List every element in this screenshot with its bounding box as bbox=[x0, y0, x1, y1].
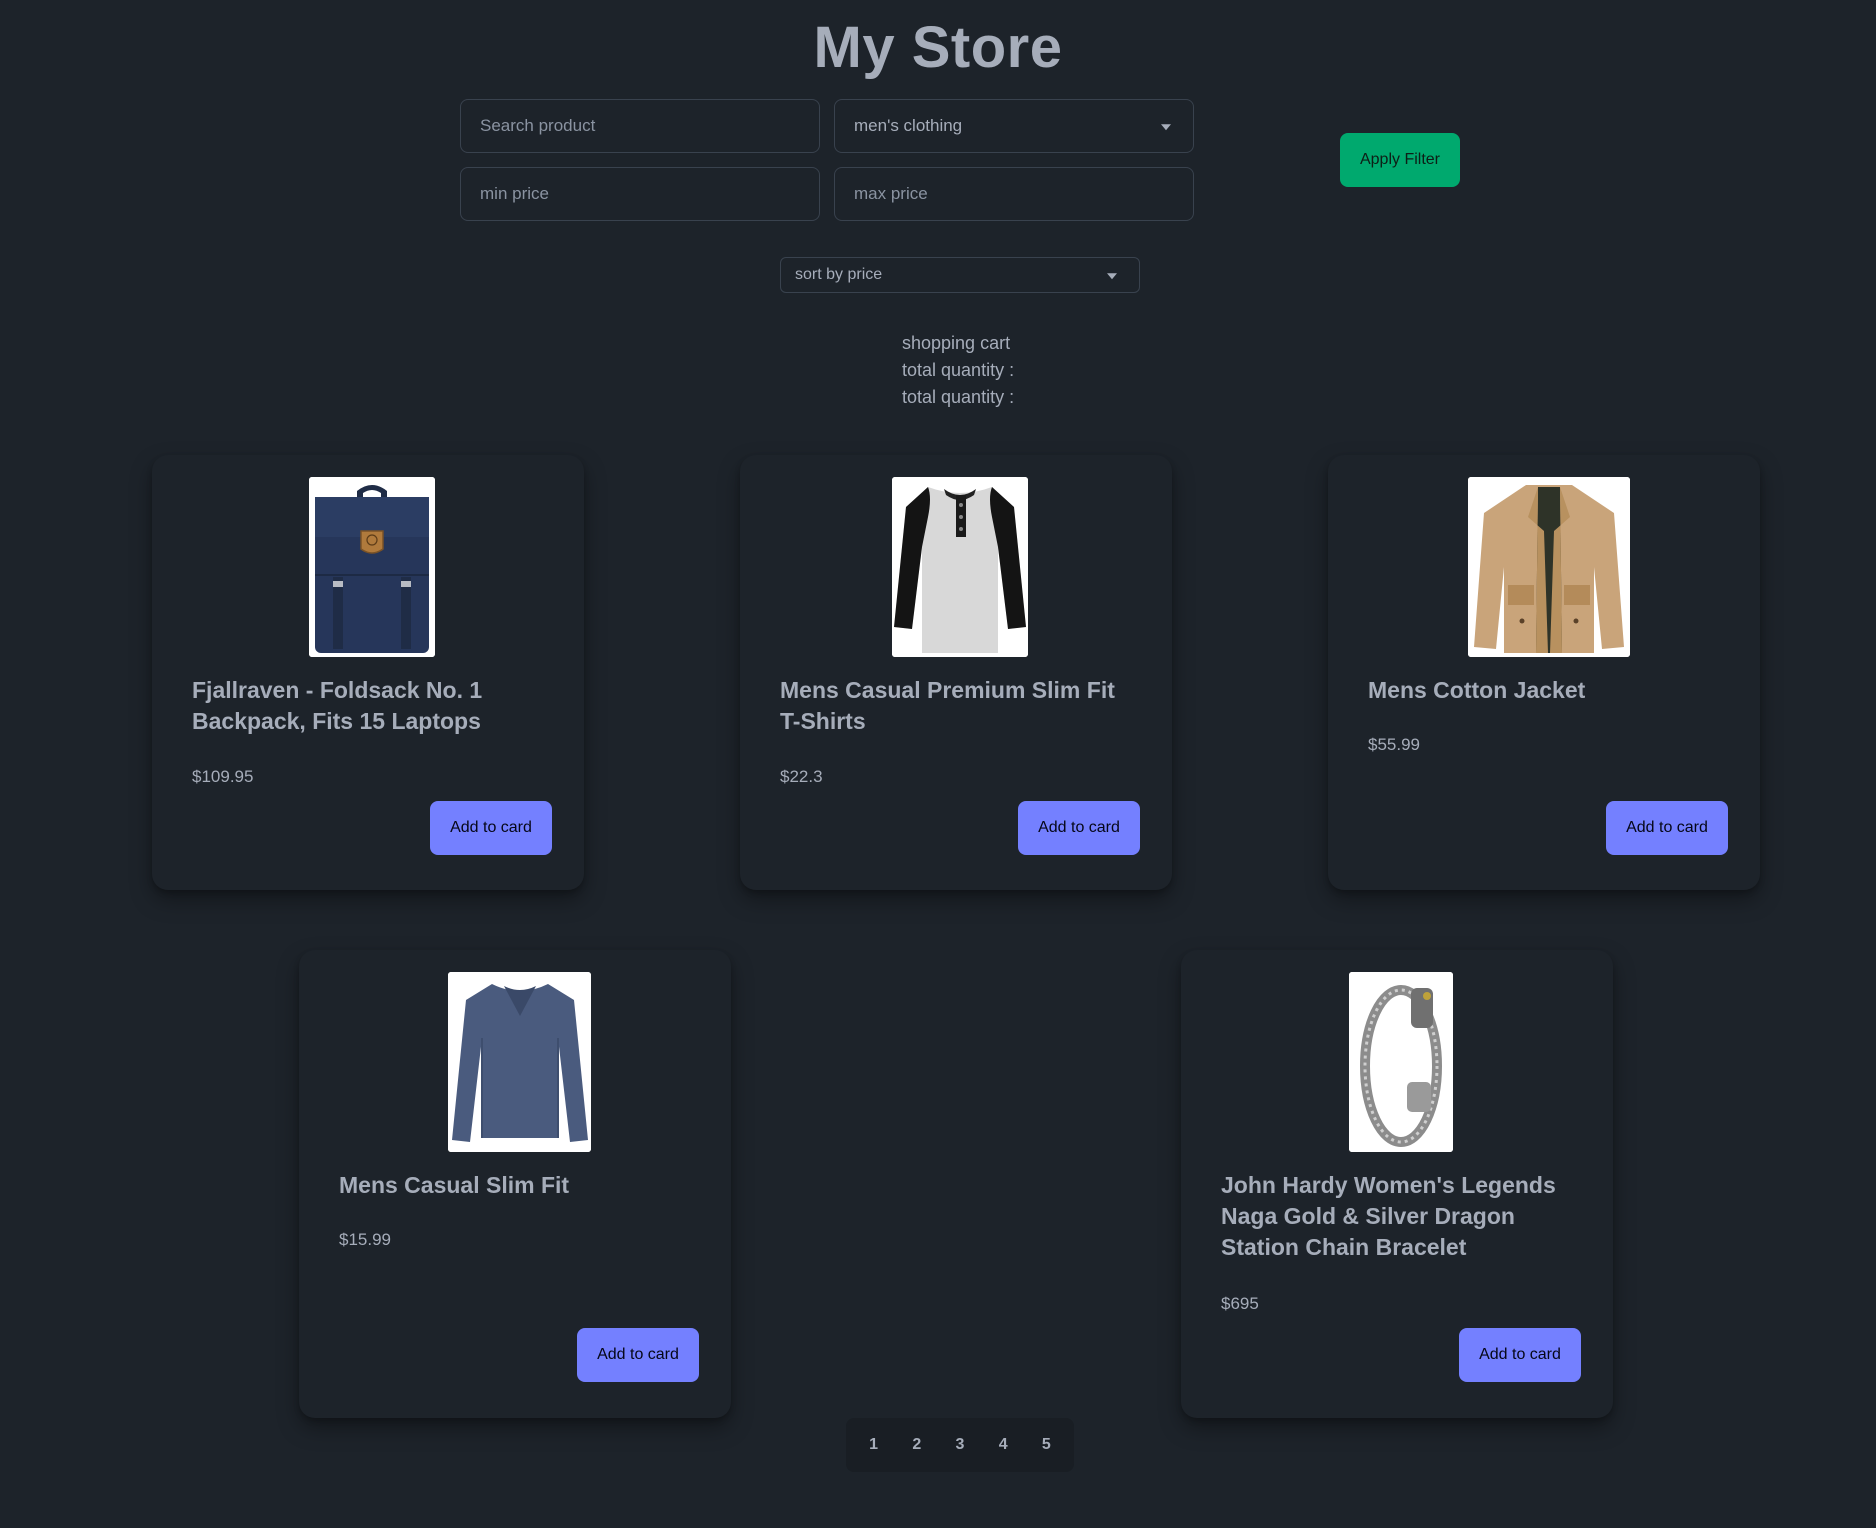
shopping-cart-summary: shopping cart total quantity : total qua… bbox=[902, 330, 1014, 411]
product-name: Fjallraven - Foldsack No. 1 Backpack, Fi… bbox=[192, 677, 483, 734]
product-price: $109.95 bbox=[192, 767, 254, 786]
cart-total-quantity-2: total quantity : bbox=[902, 387, 1015, 407]
add-to-cart-button[interactable]: Add to card bbox=[1606, 801, 1728, 855]
product-card: Mens Casual Premium Slim Fit T-Shirts $2… bbox=[740, 455, 1172, 890]
pagination: 1 2 3 4 5 bbox=[846, 1418, 1074, 1472]
category-select-value: men's clothing bbox=[854, 116, 963, 135]
search-input[interactable] bbox=[460, 99, 820, 153]
product-image-jacket bbox=[1468, 477, 1630, 657]
product-name: Mens Casual Slim Fit bbox=[339, 1172, 570, 1198]
product-price: $695 bbox=[1221, 1294, 1259, 1313]
max-price-input[interactable] bbox=[834, 167, 1194, 221]
product-name: John Hardy Women's Legends Naga Gold & S… bbox=[1221, 1172, 1556, 1260]
add-to-cart-button[interactable]: Add to card bbox=[430, 801, 552, 855]
add-to-cart-button[interactable]: Add to card bbox=[577, 1328, 699, 1382]
add-to-cart-button[interactable]: Add to card bbox=[1459, 1328, 1581, 1382]
product-card: Mens Casual Slim Fit $15.99 Add to card bbox=[299, 950, 731, 1418]
apply-filter-button[interactable]: Apply Filter bbox=[1340, 133, 1460, 187]
product-card: John Hardy Women's Legends Naga Gold & S… bbox=[1181, 950, 1613, 1418]
cart-total-quantity: total quantity : bbox=[902, 360, 1015, 380]
product-image-bracelet bbox=[1349, 972, 1453, 1152]
product-image-backpack bbox=[309, 477, 435, 657]
min-price-input[interactable] bbox=[460, 167, 820, 221]
chevron-down-icon bbox=[1161, 124, 1171, 131]
store-page: My Store men's clothing Apply Filter sor… bbox=[0, 0, 1876, 1528]
category-select[interactable]: men's clothing bbox=[834, 99, 1194, 153]
product-price: $15.99 bbox=[339, 1230, 391, 1249]
page-button-3[interactable]: 3 bbox=[940, 1423, 980, 1467]
product-image-raglan-shirt bbox=[892, 477, 1028, 657]
page-button-2[interactable]: 2 bbox=[897, 1423, 937, 1467]
product-price: $22.3 bbox=[780, 767, 823, 786]
add-to-cart-button[interactable]: Add to card bbox=[1018, 801, 1140, 855]
product-card: Mens Cotton Jacket $55.99 Add to card bbox=[1328, 455, 1760, 890]
product-card: Fjallraven - Foldsack No. 1 Backpack, Fi… bbox=[152, 455, 584, 890]
page-button-4[interactable]: 4 bbox=[983, 1423, 1023, 1467]
cart-title: shopping cart bbox=[902, 333, 1011, 353]
page-button-1[interactable]: 1 bbox=[854, 1423, 894, 1467]
product-name: Mens Casual Premium Slim Fit T-Shirts bbox=[780, 677, 1115, 734]
chevron-down-icon bbox=[1107, 273, 1117, 280]
sort-select[interactable]: sort by price bbox=[780, 257, 1140, 293]
page-button-5[interactable]: 5 bbox=[1026, 1423, 1066, 1467]
product-price: $55.99 bbox=[1368, 735, 1420, 754]
product-name: Mens Cotton Jacket bbox=[1368, 677, 1586, 703]
sort-select-value: sort by price bbox=[795, 266, 883, 283]
product-image-long-sleeve-shirt bbox=[448, 972, 591, 1152]
page-title: My Store bbox=[813, 15, 1063, 80]
